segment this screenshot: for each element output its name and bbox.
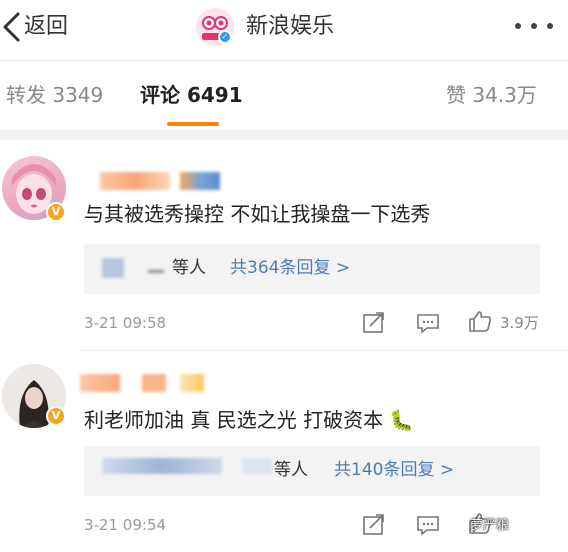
comment-icon[interactable]: [416, 514, 440, 536]
replies-preview[interactable]: 等人 共364条回复 >: [84, 244, 540, 294]
reply-prefix: 等人: [172, 258, 206, 278]
section-divider: [0, 130, 568, 140]
reply-prefix: 等人: [274, 460, 308, 480]
reply-user-redacted: [148, 270, 164, 273]
watermark: 萝严粮: [470, 518, 510, 533]
user-badge-redacted: [180, 172, 220, 190]
comment-text: 与其被选秀操控 不如让我操盘一下选秀: [84, 202, 431, 226]
tab-reposts[interactable]: 转发 3349: [6, 80, 103, 110]
tab-comments[interactable]: 评论 6491: [140, 80, 243, 110]
verified-badge-icon: V: [46, 202, 66, 222]
top-bar: 返回 ✓ 新浪娱乐: [0, 0, 568, 56]
sina-logo-icon: ✓: [196, 8, 234, 46]
username-redacted[interactable]: [80, 374, 120, 392]
user-badge-redacted: [180, 374, 204, 392]
verified-badge-icon: V: [46, 406, 66, 426]
page-title: 新浪娱乐: [246, 14, 335, 39]
username-redacted[interactable]: [100, 172, 170, 190]
back-chevron-icon[interactable]: [0, 10, 22, 44]
share-icon[interactable]: [362, 312, 386, 334]
view-replies-link[interactable]: 共364条回复 >: [230, 256, 350, 280]
view-replies-link[interactable]: 共140条回复 >: [334, 458, 454, 482]
header-divider: [0, 60, 568, 61]
comment-separator: [80, 350, 568, 351]
verified-badge-icon: ✓: [218, 30, 232, 44]
like-icon[interactable]: [468, 310, 492, 332]
reply-user-redacted: [102, 258, 124, 278]
more-options-icon[interactable]: [514, 22, 554, 30]
username-redacted[interactable]: [142, 374, 166, 392]
comment-icon[interactable]: [416, 312, 440, 334]
reply-user-redacted: [242, 458, 272, 474]
active-tab-indicator: [167, 122, 219, 126]
share-icon[interactable]: [362, 514, 386, 536]
comment-text: 利老师加油 真 民选之光 打破资本 🐛: [84, 408, 415, 432]
like-count: 3.9万: [500, 314, 539, 332]
back-button[interactable]: 返回: [24, 12, 68, 42]
timestamp: 3-21 09:58: [84, 314, 167, 332]
timestamp: 3-21 09:54: [84, 516, 167, 534]
tab-likes[interactable]: 赞 34.3万: [446, 80, 537, 110]
replies-preview[interactable]: 等人 共140条回复 >: [84, 446, 540, 496]
reply-user-redacted: [102, 458, 222, 474]
